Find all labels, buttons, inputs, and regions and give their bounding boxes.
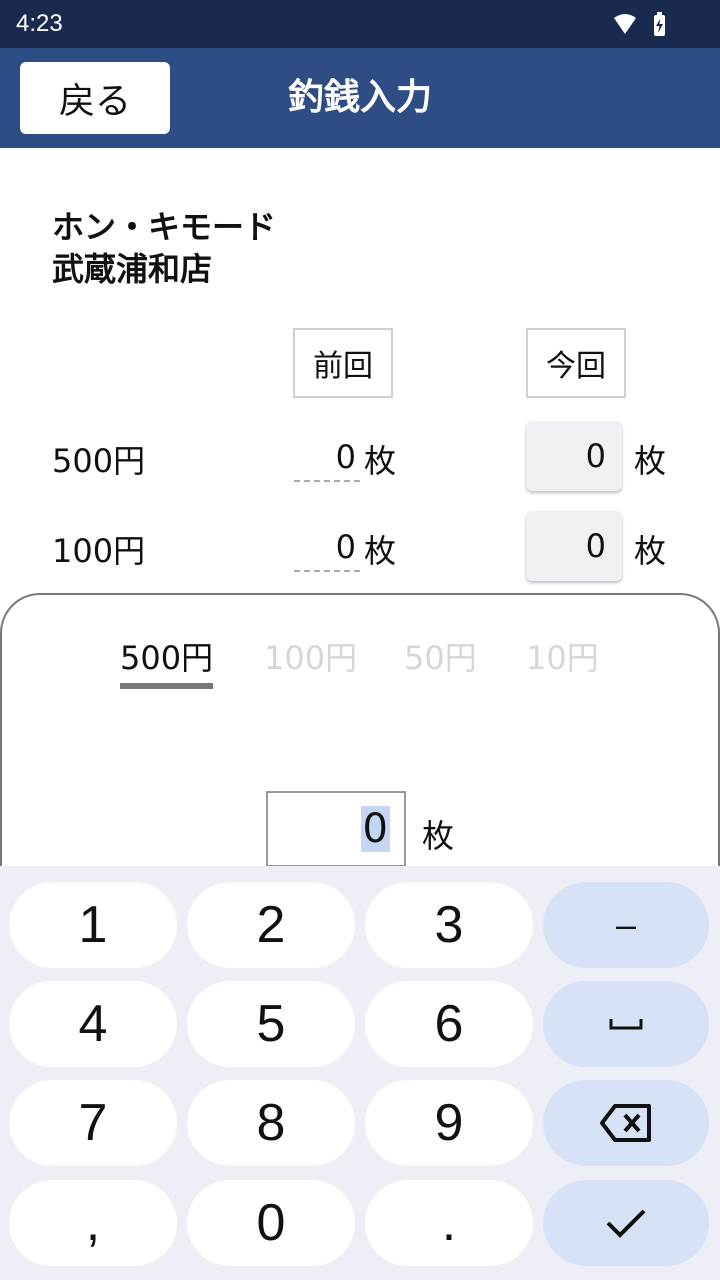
key-0[interactable]: 0 — [187, 1180, 355, 1266]
store-name-line2: 武蔵浦和店 — [52, 250, 213, 288]
back-button[interactable]: 戻る — [20, 62, 170, 134]
row-500-current-unit: 枚 — [634, 442, 667, 480]
key-8[interactable]: 8 — [187, 1080, 355, 1166]
tab-100[interactable]: 100円 — [264, 633, 357, 679]
key-1[interactable]: 1 — [9, 882, 177, 968]
app-header: 戻る 釣銭入力 — [0, 48, 720, 148]
tab-500[interactable]: 500円 — [120, 633, 214, 689]
store-name: ホン・キモード 武蔵浦和店 — [52, 206, 276, 290]
store-name-line1: ホン・キモード — [52, 208, 277, 246]
key-6[interactable]: 6 — [365, 981, 533, 1067]
status-time: 4:23 — [16, 10, 63, 37]
tab-50[interactable]: 50円 — [404, 633, 477, 679]
row-100-current-unit: 枚 — [634, 532, 667, 570]
row-500-label: 500円 — [52, 442, 146, 480]
status-bar: 4:23 5 — [0, 0, 720, 48]
row-100-current-input[interactable]: 0 — [526, 511, 622, 581]
key-space[interactable] — [543, 981, 709, 1067]
key-9[interactable]: 9 — [365, 1080, 533, 1166]
column-header-current: 今回 — [526, 328, 626, 398]
row-500-previous-value: 0 — [294, 432, 360, 482]
row-500-current-input[interactable]: 0 — [526, 421, 622, 491]
row-500-previous-unit: 枚 — [364, 442, 397, 480]
count-unit: 枚 — [422, 817, 455, 855]
status-icons: 5 — [614, 12, 665, 36]
key-period[interactable]: . — [365, 1180, 533, 1266]
svg-text:5: 5 — [631, 23, 637, 35]
backspace-icon — [600, 1104, 651, 1142]
key-comma[interactable]: , — [9, 1180, 177, 1266]
check-icon — [606, 1209, 646, 1238]
space-icon — [609, 1019, 643, 1030]
key-minus[interactable]: – — [543, 882, 709, 968]
row-100-previous-unit: 枚 — [364, 532, 397, 570]
count-input[interactable]: 0 — [266, 791, 406, 867]
column-header-previous: 前回 — [293, 328, 393, 398]
numeric-keyboard: 1 2 3 – 4 5 6 7 8 9 , 0 . — [0, 866, 720, 1280]
key-3[interactable]: 3 — [365, 882, 533, 968]
key-2[interactable]: 2 — [187, 882, 355, 968]
row-100-label: 100円 — [52, 532, 146, 570]
key-confirm[interactable] — [543, 1180, 709, 1266]
count-input-value: 0 — [360, 806, 390, 852]
tab-10[interactable]: 10円 — [526, 633, 599, 679]
key-5[interactable]: 5 — [187, 981, 355, 1067]
key-7[interactable]: 7 — [9, 1080, 177, 1166]
key-backspace[interactable] — [543, 1080, 709, 1166]
battery-charging-icon — [654, 12, 665, 36]
key-4[interactable]: 4 — [9, 981, 177, 1067]
row-100-previous-value: 0 — [294, 522, 360, 572]
